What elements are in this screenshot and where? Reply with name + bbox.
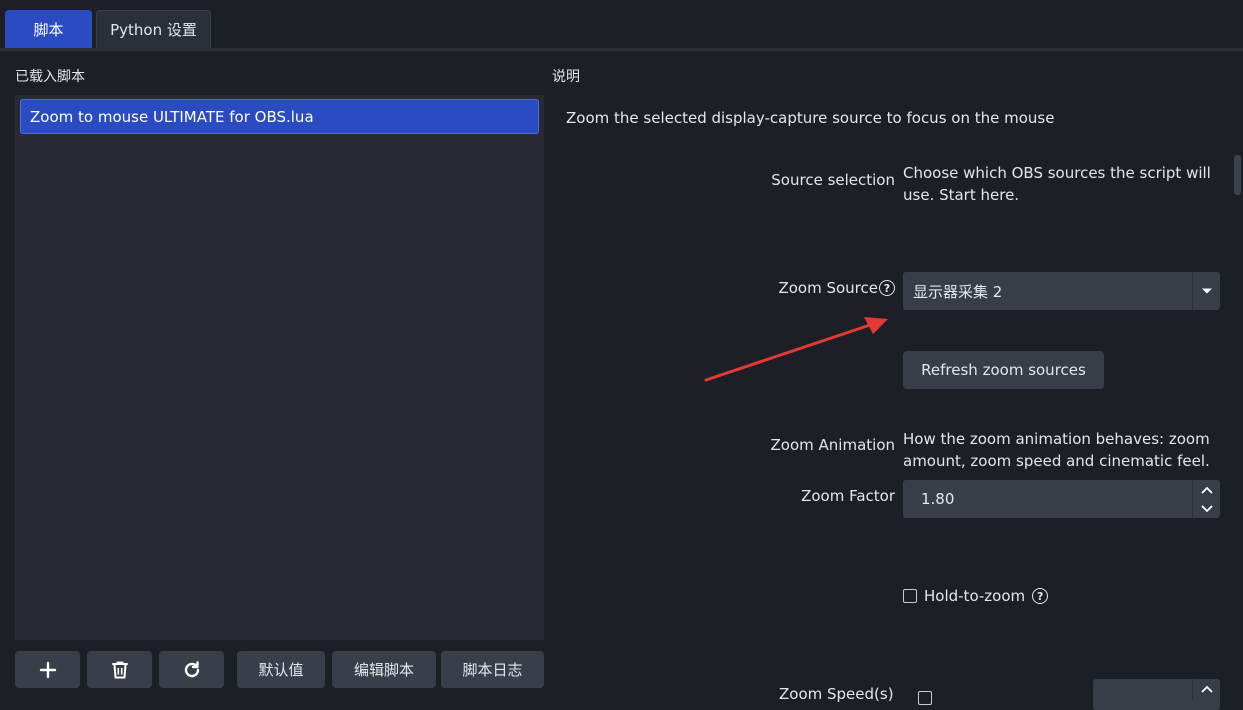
help-icon[interactable]: ? <box>1032 588 1049 604</box>
help-icon[interactable]: ? <box>879 280 895 296</box>
description-text: Zoom the selected display-capture source… <box>566 109 1055 127</box>
defaults-button[interactable]: 默认值 <box>237 651 325 688</box>
reload-script-button[interactable] <box>159 651 224 688</box>
chevron-down-icon[interactable] <box>1192 272 1220 310</box>
tab-divider <box>0 48 1243 51</box>
zoom-source-label-group: Zoom Source ? <box>778 279 895 297</box>
zoom-animation-text: How the zoom animation behaves: zoom amo… <box>903 430 1210 470</box>
zoom-speed-label: Zoom Speed(s) <box>779 685 894 703</box>
zoom-factor-label: Zoom Factor <box>801 487 895 505</box>
zoom-source-value: 显示器采集 2 <box>913 282 1003 301</box>
hold-to-zoom-checkbox[interactable] <box>903 589 917 603</box>
zoom-source-select[interactable]: 显示器采集 2 <box>903 272 1220 310</box>
refresh-icon <box>182 660 202 680</box>
tab-python-settings[interactable]: Python 设置 <box>96 10 211 48</box>
trash-icon <box>111 660 129 680</box>
chevron-down-icon[interactable] <box>1193 499 1220 518</box>
list-item[interactable]: Zoom to mouse ULTIMATE for OBS.lua <box>20 99 539 134</box>
loaded-scripts-label: 已载入脚本 <box>15 69 85 85</box>
loaded-scripts-list[interactable]: Zoom to mouse ULTIMATE for OBS.lua <box>15 95 544 640</box>
hold-to-zoom-label[interactable]: Hold-to-zoom <box>924 587 1025 605</box>
zoom-factor-value[interactable]: 1.80 <box>903 490 1192 508</box>
refresh-zoom-sources-button[interactable]: Refresh zoom sources <box>903 351 1104 389</box>
add-script-button[interactable] <box>15 651 80 688</box>
chevron-up-icon[interactable] <box>1193 480 1220 499</box>
remove-script-button[interactable] <box>87 651 152 688</box>
zoom-animation-label: Zoom Animation <box>770 436 895 454</box>
description-label: 说明 <box>552 69 580 85</box>
chevron-up-icon[interactable] <box>1192 679 1220 699</box>
hold-to-zoom-checkbox-row[interactable]: Hold-to-zoom ? <box>903 587 1049 605</box>
edit-script-button[interactable]: 编辑脚本 <box>332 651 436 688</box>
zoom-factor-spinbox[interactable]: 1.80 <box>903 480 1220 518</box>
tab-scripts[interactable]: 脚本 <box>5 10 92 48</box>
tab-bar: 脚本 Python 设置 <box>0 0 1243 48</box>
zoom-speed-checkbox[interactable] <box>918 691 932 705</box>
plus-icon <box>39 661 57 679</box>
source-selection-text: Choose which OBS sources the script will… <box>903 164 1211 204</box>
zoom-speed-spinbox[interactable] <box>1093 679 1220 710</box>
script-log-button[interactable]: 脚本日志 <box>441 651 544 688</box>
zoom-source-label: Zoom Source <box>778 279 878 297</box>
source-selection-label: Source selection <box>771 171 895 189</box>
scrollbar-thumb[interactable] <box>1234 155 1241 195</box>
